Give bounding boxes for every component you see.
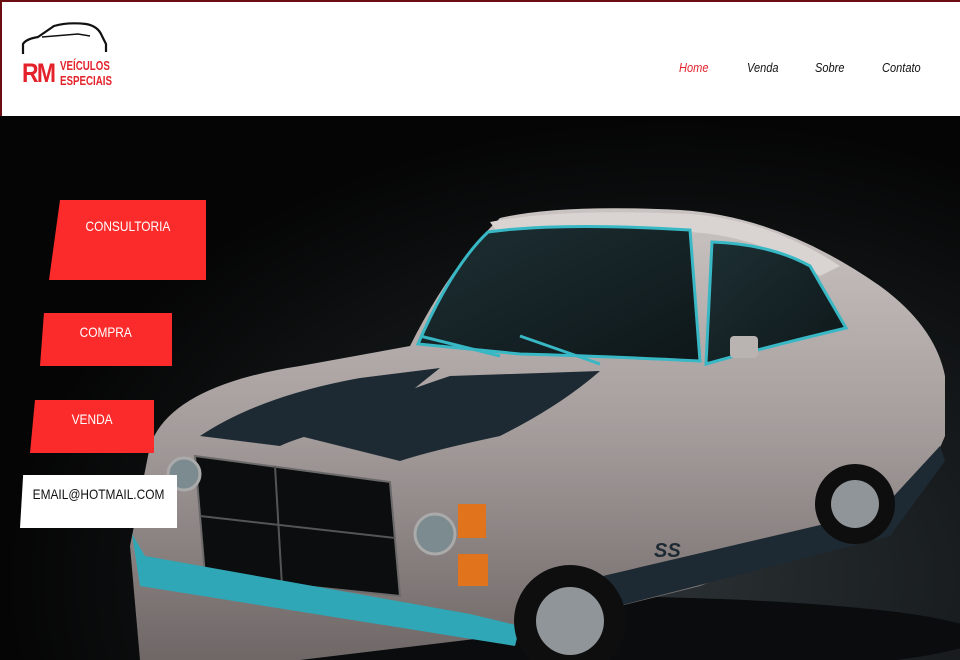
- brand-logo[interactable]: RM VEÍCULOS ESPECIAIS: [20, 22, 112, 106]
- car-image: [130, 208, 960, 660]
- car-badge: SS: [654, 540, 681, 562]
- hero-banner: SS: [0, 116, 960, 660]
- logo-initials: RM: [22, 58, 56, 88]
- email-label: EMAIL@HOTMAIL.COM: [32, 486, 165, 502]
- nav-sobre[interactable]: Sobre: [815, 60, 844, 75]
- venda-label: VENDA: [71, 411, 113, 427]
- compra-label: COMPRA: [79, 324, 133, 340]
- venda-button[interactable]: VENDA: [30, 400, 154, 453]
- nav-contato[interactable]: Contato: [882, 60, 921, 75]
- logo-subtitle: VEÍCULOS ESPECIAIS: [60, 58, 112, 88]
- email-button[interactable]: EMAIL@HOTMAIL.COM: [20, 475, 177, 528]
- logo-line-1: VEÍCULOS: [60, 58, 110, 73]
- car-outline-icon: [21, 22, 108, 54]
- nav-home[interactable]: Home: [679, 60, 708, 75]
- nav-venda[interactable]: Venda: [747, 60, 779, 75]
- site-header: RM VEÍCULOS ESPECIAIS Home Venda Sobre C…: [0, 0, 960, 116]
- compra-button[interactable]: COMPRA: [40, 313, 172, 366]
- consultoria-button[interactable]: CONSULTORIA: [49, 200, 206, 280]
- consultoria-label: CONSULTORIA: [85, 218, 170, 234]
- logo-line-2: ESPECIAIS: [60, 73, 113, 88]
